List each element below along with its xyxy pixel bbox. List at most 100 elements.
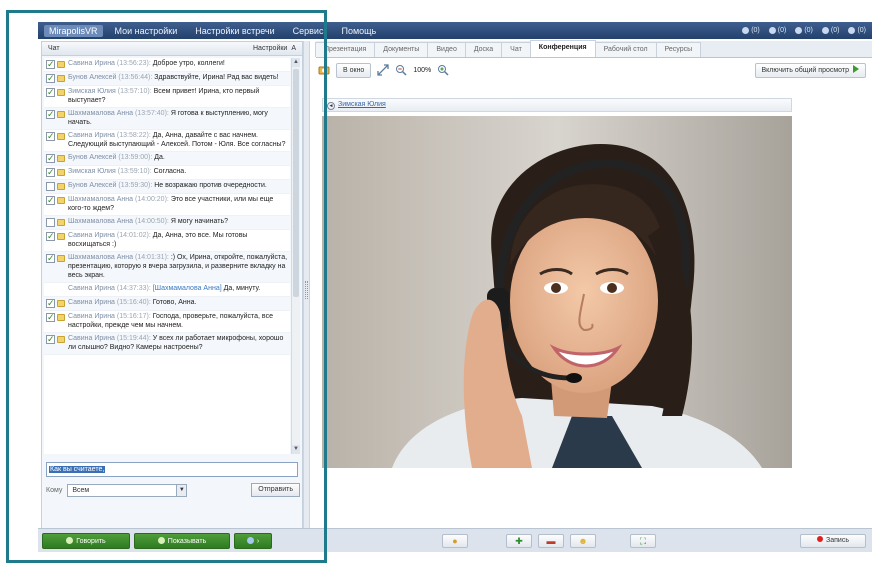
chat-scrollbar[interactable]: ▲ ▼ [291, 58, 300, 454]
menu-meeting-settings[interactable]: Настройки встречи [195, 26, 274, 36]
chat-message[interactable]: Зимская Юлия (13:59:10): Согласна. [44, 166, 290, 180]
message-author[interactable]: Бунов Алексей [68, 182, 118, 189]
message-checkbox[interactable] [46, 168, 55, 177]
message-author[interactable]: Савина Ирина [68, 313, 117, 320]
chat-message[interactable]: Савина Ирина (13:58:22): Да, Анна, давай… [44, 130, 290, 152]
message-time: (15:19:44): [116, 335, 153, 342]
message-author[interactable]: Бунов Алексей [68, 74, 118, 81]
chevron-down-icon[interactable]: ▼ [176, 484, 187, 496]
chat-message[interactable]: Шахмамалова Анна (14:00:50): Я могу начи… [44, 216, 290, 230]
message-counter[interactable]: (0) [848, 27, 866, 34]
chat-message[interactable]: Савина Ирина (15:16:40): Готово, Анна. [44, 297, 290, 311]
tab-resources[interactable]: Ресурсы [655, 42, 702, 57]
hand-counter[interactable]: (0) [821, 27, 839, 34]
scroll-thumb[interactable] [293, 69, 299, 297]
message-reference[interactable]: [Шахмамалова Анна] [153, 285, 224, 292]
screen-counter[interactable]: (0) [795, 27, 813, 34]
message-time: (13:56:23): [116, 60, 153, 67]
fit-icon[interactable] [377, 64, 389, 76]
font-size-button[interactable]: А [291, 45, 296, 52]
message-author[interactable]: Шахмамалова Анна [68, 254, 135, 261]
record-button[interactable]: Запись [800, 534, 866, 548]
chat-message[interactable]: Бунов Алексей (13:59:00): Да. [44, 152, 290, 166]
message-author[interactable]: Савина Ирина [68, 60, 117, 67]
speak-button[interactable]: Говорить [42, 533, 130, 549]
message-checkbox[interactable] [46, 313, 55, 322]
collapse-icon[interactable]: ◄ [327, 102, 335, 110]
message-author[interactable]: Савина Ирина [68, 132, 117, 139]
chat-message[interactable]: Зимская Юлия (13:57:10): Всем привет! Ир… [44, 86, 290, 108]
panel-splitter[interactable] [303, 41, 310, 528]
message-author[interactable]: Зимская Юлия [68, 168, 118, 175]
message-body: Готово, Анна. [152, 299, 197, 306]
chat-message[interactable]: Бунов Алексей (13:59:30): Не возражаю пр… [44, 180, 290, 194]
hand-icon [821, 27, 829, 34]
message-checkbox[interactable] [46, 110, 55, 119]
message-checkbox[interactable] [46, 182, 55, 191]
message-checkbox[interactable] [46, 232, 55, 241]
zoom-out-button[interactable]: ▬ [538, 534, 564, 548]
mic-counter[interactable]: (0) [768, 27, 786, 34]
fullscreen-button[interactable]: ⛶ [630, 534, 656, 548]
show-button[interactable]: Показывать [134, 533, 230, 549]
message-checkbox[interactable] [46, 196, 55, 205]
chat-message[interactable]: Савина Ирина (15:16:17): Господа, провер… [44, 311, 290, 333]
tab-documents[interactable]: Документы [374, 42, 429, 57]
participants-counter[interactable]: (0) [742, 27, 760, 34]
message-checkbox[interactable] [46, 335, 55, 344]
tab-chat[interactable]: Чат [501, 42, 531, 57]
scroll-down-arrow-icon[interactable]: ▼ [292, 445, 300, 454]
chat-message[interactable]: Бунов Алексей (13:56:44): Здравствуйте, … [44, 72, 290, 86]
recipient-select[interactable]: Всем ▼ [67, 483, 188, 497]
chat-message[interactable]: Савина Ирина (13:56:23): Доброе утро, ко… [44, 58, 290, 72]
message-author[interactable]: Шахмамалова Анна [68, 218, 135, 225]
camera-icon[interactable] [318, 64, 330, 76]
chat-settings-link[interactable]: Настройки [253, 45, 287, 52]
zoom-in-icon[interactable] [437, 64, 449, 76]
chat-message[interactable]: Савина Ирина (14:01:02): Да, Анна, это в… [44, 230, 290, 252]
send-button[interactable]: Отправить [251, 483, 300, 497]
more-options-button[interactable]: › [234, 533, 272, 549]
message-author[interactable]: Шахмамалова Анна [68, 196, 135, 203]
zoom-out-icon[interactable] [395, 64, 407, 76]
tab-presentation[interactable]: Презентация [315, 42, 376, 57]
splitter-grip[interactable] [305, 281, 308, 299]
message-checkbox[interactable] [46, 254, 55, 263]
menu-help[interactable]: Помощь [341, 26, 376, 36]
tab-video[interactable]: Видео [427, 42, 466, 57]
window-mode-button[interactable]: В окно [336, 62, 372, 78]
message-checkbox[interactable] [46, 132, 55, 141]
message-author[interactable]: Бунов Алексей [68, 154, 118, 161]
message-text: Савина Ирина (15:16:40): Готово, Анна. [68, 298, 196, 307]
message-author[interactable]: Савина Ирина [68, 335, 117, 342]
tab-board[interactable]: Доска [464, 42, 503, 57]
menu-service[interactable]: Сервис [293, 26, 324, 36]
chat-message-list[interactable]: Савина Ирина (13:56:23): Доброе утро, ко… [44, 58, 290, 454]
camera-control-button[interactable]: ● [442, 534, 468, 548]
tab-desktop[interactable]: Рабочий стол [594, 42, 657, 57]
chat-message-input[interactable]: Как вы считаете, [46, 462, 298, 477]
message-checkbox[interactable] [46, 60, 55, 69]
message-author[interactable]: Савина Ирина [68, 232, 117, 239]
chat-message[interactable]: Савина Ирина (15:19:44): У всех ли работ… [44, 333, 290, 355]
message-checkbox[interactable] [46, 299, 55, 308]
emoticon-button[interactable]: ☻ [570, 534, 596, 548]
chat-message[interactable]: Шахмамалова Анна (13:57:40): Я готова к … [44, 108, 290, 130]
scroll-up-arrow-icon[interactable]: ▲ [292, 58, 300, 67]
zoom-in-button[interactable]: ✚ [506, 534, 532, 548]
message-author[interactable]: Зимская Юлия [68, 88, 118, 95]
chat-message[interactable]: Шахмамалова Анна (14:00:20): Это все уча… [44, 194, 290, 216]
menu-my-settings[interactable]: Мои настройки [115, 26, 178, 36]
message-author[interactable]: Савина Ирина [68, 299, 117, 306]
tab-conference[interactable]: Конференция [529, 40, 596, 57]
message-author[interactable]: Савина Ирина [68, 285, 117, 292]
chat-message[interactable]: Савина Ирина (14:37:33): [Шахмамалова Ан… [44, 283, 290, 297]
chat-message[interactable]: Шахмамалова Анна (14:01:31): :) Ох, Ирин… [44, 252, 290, 283]
message-checkbox[interactable] [46, 74, 55, 83]
message-checkbox[interactable] [46, 88, 55, 97]
participant-name-link[interactable]: Зимская Юлия [338, 101, 386, 108]
message-checkbox[interactable] [46, 154, 55, 163]
message-author[interactable]: Шахмамалова Анна [68, 110, 135, 117]
message-checkbox[interactable] [46, 218, 55, 227]
enable-shared-view-button[interactable]: Включить общий просмотр [754, 62, 866, 78]
